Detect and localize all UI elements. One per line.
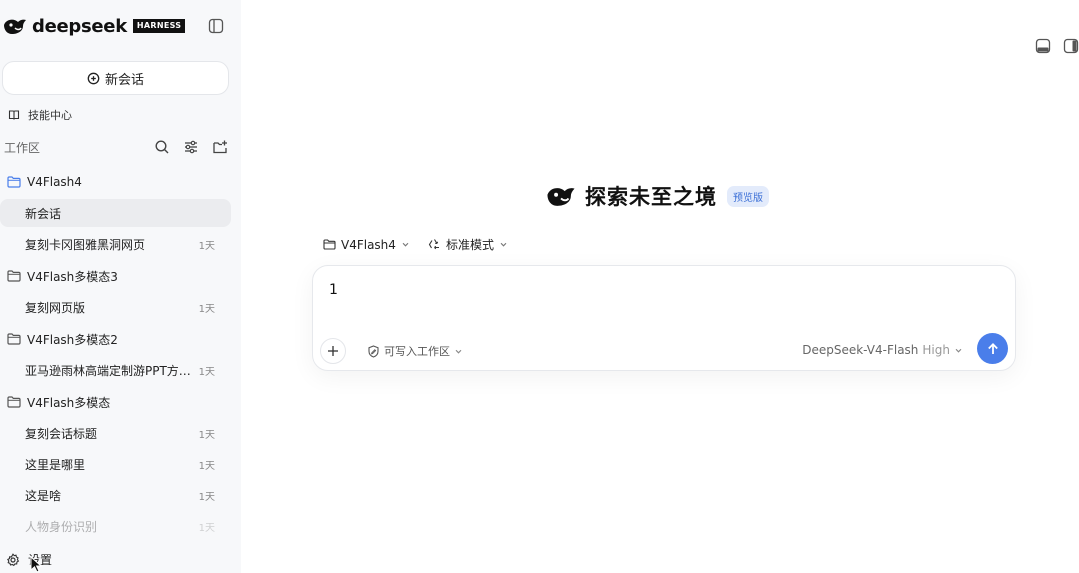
preview-badge: 预览版 bbox=[727, 185, 769, 207]
hero-title: 探索未至之境 bbox=[585, 185, 717, 209]
folder-icon bbox=[7, 176, 21, 188]
folder-name: V4Flash多模态3 bbox=[27, 269, 118, 284]
model-name: DeepSeek-V4-Flash bbox=[802, 343, 919, 357]
workspace-header: 工作区 bbox=[4, 137, 228, 157]
chat-title: 亚马逊雨林高端定制游PPT方… bbox=[25, 363, 191, 378]
model-tier: High bbox=[922, 343, 950, 357]
chat-age: 1天 bbox=[198, 366, 215, 378]
project-selector-label: V4Flash4 bbox=[341, 237, 396, 252]
workspace-tree: V4Flash4 新会话复刻卡冈图雅黑洞网页 1天 V4Flash多模态3 复刻网页版 1… bbox=[0, 168, 241, 540]
workspace-folder[interactable]: V4Flash多模态3 bbox=[0, 262, 241, 290]
chat-list-item[interactable]: 亚马逊雨林高端定制游PPT方… 1天 bbox=[0, 356, 231, 384]
chat-age: 1天 bbox=[198, 429, 215, 441]
top-right-controls bbox=[1035, 38, 1079, 54]
workspace-folder[interactable]: V4Flash多模态2 bbox=[0, 325, 241, 353]
chat-list-item[interactable]: 复刻会话标题 1天 bbox=[0, 419, 231, 447]
chat-list-item[interactable]: 复刻卡冈图雅黑洞网页 1天 bbox=[0, 230, 231, 258]
arrow-up-icon bbox=[987, 342, 998, 354]
chat-age: 1天 bbox=[198, 240, 215, 252]
chat-title: 新会话 bbox=[25, 206, 62, 221]
add-attachment-button[interactable] bbox=[320, 338, 346, 364]
filter-sliders-icon[interactable] bbox=[183, 139, 199, 155]
chat-title: 这里是哪里 bbox=[25, 457, 86, 472]
workspace-folder[interactable]: V4Flash多模态 bbox=[0, 388, 241, 416]
skills-center-link[interactable]: 技能中心 bbox=[8, 107, 72, 123]
folder-icon bbox=[7, 333, 21, 345]
chat-age: 1天 bbox=[198, 303, 215, 315]
mode-selector-label: 标准模式 bbox=[445, 238, 494, 252]
message-input[interactable]: 1 bbox=[329, 282, 338, 298]
write-workspace-selector[interactable]: 可写入工作区 bbox=[367, 343, 463, 359]
chat-list-item[interactable]: 这里是哪里 1天 bbox=[0, 450, 231, 478]
workspace-folder[interactable]: V4Flash4 bbox=[0, 168, 241, 196]
composer-selectors: V4Flash4 标准模式 bbox=[323, 236, 508, 253]
shield-edit-icon bbox=[368, 344, 379, 358]
folder-icon bbox=[323, 239, 336, 250]
chat-list-item[interactable]: 这是啥 1天 bbox=[0, 481, 231, 509]
project-selector[interactable]: V4Flash4 bbox=[323, 238, 410, 252]
whale-logo-icon bbox=[547, 188, 575, 206]
folder-name: V4Flash多模态 bbox=[27, 395, 111, 410]
search-icon[interactable] bbox=[154, 139, 170, 155]
new-folder-icon[interactable] bbox=[212, 139, 228, 155]
folder-name: V4Flash4 bbox=[27, 175, 82, 189]
settings-link[interactable]: 设置 bbox=[6, 551, 52, 568]
folder-name: V4Flash多模态2 bbox=[27, 332, 118, 347]
plus-icon bbox=[328, 346, 338, 356]
message-composer: 1 可写入工作区 DeepSeek-V4-Flash High bbox=[312, 265, 1016, 371]
chat-title: 人物身份识别 bbox=[25, 519, 98, 534]
chevron-down-icon bbox=[455, 349, 462, 354]
mouse-cursor-icon bbox=[30, 556, 42, 573]
brand-badge: HARNESS bbox=[132, 19, 186, 33]
sidebar-toggle-icon[interactable] bbox=[208, 18, 224, 34]
model-selector[interactable]: DeepSeek-V4-Flash High bbox=[802, 343, 963, 357]
new-chat-icon bbox=[87, 72, 100, 84]
gear-icon bbox=[7, 552, 20, 566]
chevron-down-icon bbox=[500, 242, 507, 247]
chevron-down-icon bbox=[955, 348, 962, 353]
folder-icon bbox=[7, 396, 21, 408]
chat-age: 1天 bbox=[198, 491, 215, 503]
skills-center-label: 技能中心 bbox=[28, 109, 72, 122]
chat-list-item[interactable]: 复刻网页版 1天 bbox=[0, 293, 231, 321]
brand: deepseek HARNESS bbox=[2, 14, 238, 38]
workspace-label: 工作区 bbox=[4, 140, 41, 155]
chat-title: 复刻会话标题 bbox=[25, 426, 98, 441]
send-button[interactable] bbox=[977, 333, 1008, 364]
workspace-tools bbox=[154, 139, 228, 155]
chat-title: 这是啥 bbox=[25, 488, 62, 503]
chat-age: 1天 bbox=[198, 460, 215, 472]
chat-list-item[interactable]: 人物身份识别 1天 bbox=[0, 512, 231, 540]
bottom-panel-toggle-icon[interactable] bbox=[1035, 38, 1051, 54]
hero-heading: 探索未至之境 预览版 bbox=[545, 181, 769, 211]
folder-icon bbox=[7, 270, 21, 282]
write-workspace-label: 可写入工作区 bbox=[384, 345, 450, 358]
new-chat-button[interactable]: 新会话 bbox=[2, 61, 229, 95]
chevron-down-icon bbox=[402, 242, 409, 247]
recycle-mode-icon bbox=[428, 239, 439, 250]
main-panel: 探索未至之境 预览版 V4Flash4 标准模式 1 可写入工作区 DeepSe… bbox=[241, 0, 1079, 573]
chat-age: 1天 bbox=[198, 522, 215, 534]
brand-name: deepseek bbox=[32, 15, 127, 37]
book-icon bbox=[8, 110, 20, 120]
whale-logo-icon bbox=[4, 19, 26, 34]
mode-selector[interactable]: 标准模式 bbox=[428, 236, 508, 253]
sidebar: deepseek HARNESS 新会话 技能中心 工作区 V4Flash4 新… bbox=[0, 0, 241, 573]
chat-list-item[interactable]: 新会话 bbox=[0, 199, 231, 227]
app-window: deepseek HARNESS 新会话 技能中心 工作区 V4Flash4 新… bbox=[0, 0, 1079, 573]
new-chat-label: 新会话 bbox=[104, 72, 144, 88]
right-panel-toggle-icon[interactable] bbox=[1063, 38, 1079, 54]
chat-title: 复刻卡冈图雅黑洞网页 bbox=[25, 237, 146, 252]
chat-title: 复刻网页版 bbox=[25, 300, 86, 315]
